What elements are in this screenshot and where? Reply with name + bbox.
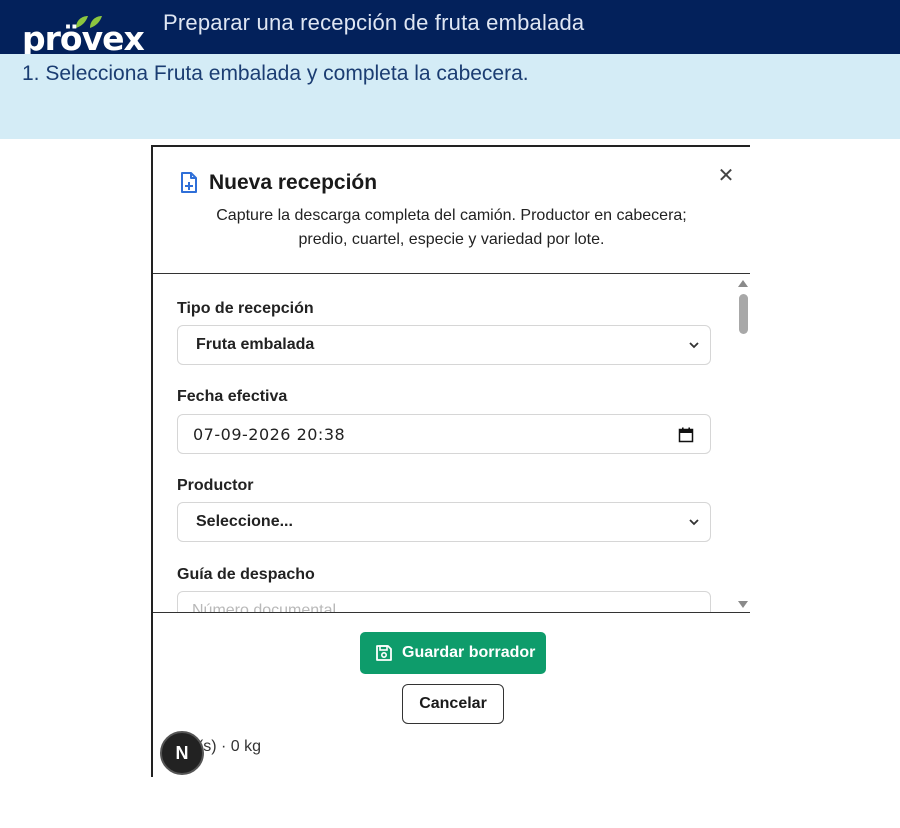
- save-draft-label: Guardar borrador: [402, 644, 536, 661]
- productor-value: Seleccione...: [196, 513, 293, 530]
- top-header: prövex Preparar una recepción de fruta e…: [0, 0, 900, 58]
- modal-header: Nueva recepción ✕ Capture la descarga co…: [153, 147, 750, 273]
- chevron-down-icon: [689, 519, 699, 526]
- fecha-efectiva-value: 07-09-2026 20:38: [193, 425, 346, 444]
- footer-divider: [153, 612, 750, 613]
- chevron-down-icon: [689, 342, 699, 349]
- scroll-thumb[interactable]: [739, 294, 748, 334]
- productor-select[interactable]: Seleccione...: [177, 502, 711, 542]
- close-icon[interactable]: ✕: [713, 163, 739, 189]
- step-instruction: 1. Selecciona Fruta embalada y completa …: [22, 62, 529, 85]
- scroll-up-arrow-icon[interactable]: [738, 280, 748, 287]
- instruction-band: 1. Selecciona Fruta embalada y completa …: [0, 54, 900, 139]
- provex-logo[interactable]: prövex: [22, 14, 152, 58]
- modal-scrollbar[interactable]: [736, 274, 750, 612]
- logo-text: prövex: [22, 19, 145, 58]
- productor-label: Productor: [177, 477, 254, 494]
- new-document-icon: [181, 172, 197, 193]
- modal-subtitle: Capture la descarga completa del camión.…: [173, 204, 730, 252]
- modal-title: Nueva recepción: [209, 171, 378, 194]
- cancel-button[interactable]: Cancelar: [402, 684, 504, 724]
- subtitle-line-1: Capture la descarga completa del camión.…: [216, 207, 687, 224]
- fecha-efectiva-input[interactable]: 07-09-2026 20:38: [177, 414, 711, 454]
- guia-despacho-placeholder: Número documental: [192, 602, 337, 612]
- scroll-down-arrow-icon[interactable]: [738, 601, 748, 608]
- modal-screenshot: Nueva recepción ✕ Capture la descarga co…: [151, 145, 750, 777]
- calendar-icon[interactable]: [678, 427, 694, 443]
- avatar[interactable]: N: [160, 731, 204, 775]
- guia-despacho-label: Guía de despacho: [177, 566, 315, 583]
- fecha-efectiva-label: Fecha efectiva: [177, 388, 288, 405]
- tipo-recepcion-select[interactable]: Fruta embalada: [177, 325, 711, 365]
- tipo-recepcion-label: Tipo de recepción: [177, 300, 314, 317]
- save-draft-button[interactable]: Guardar borrador: [360, 632, 546, 674]
- subtitle-line-2: predio, cuartel, especie y variedad por …: [298, 231, 605, 248]
- save-icon: [376, 645, 392, 661]
- tipo-recepcion-value: Fruta embalada: [196, 336, 315, 353]
- guia-despacho-input[interactable]: Número documental: [177, 591, 711, 612]
- page-title: Preparar una recepción de fruta embalada: [163, 10, 585, 35]
- modal-body[interactable]: Tipo de recepción Fruta embalada Fecha e…: [153, 274, 750, 612]
